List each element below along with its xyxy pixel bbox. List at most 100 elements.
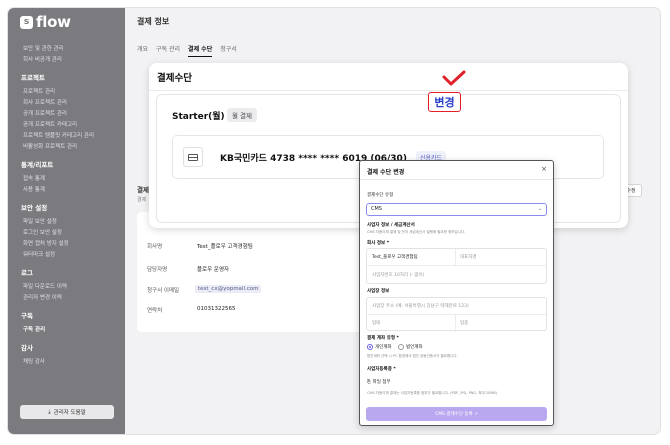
panel-title: 결제수단: [157, 73, 192, 84]
billing-section-subtitle: 결제: [137, 197, 147, 203]
paperclip-icon: ⎘: [367, 380, 371, 385]
attach-help: CMS 자동이체 결제는 사업자등록증 첨부가 필요합니다. (PDF, JPG…: [367, 391, 498, 395]
divider: [360, 179, 553, 180]
method-label: 결제수단 유형: [367, 193, 394, 198]
biz-help: CMS 자동이체 결제 및 전자 세금계산서 발행에 필요한 정보입니다.: [367, 230, 466, 234]
tab-bar: 개요 구독 관리 결제 수단 청구서: [137, 44, 237, 57]
business-item-field[interactable]: 업종: [460, 320, 468, 326]
sidebar-item[interactable]: 채팅 감사: [21, 357, 121, 368]
sidebar-item[interactable]: 회사 비공개 관리: [21, 55, 121, 66]
sidebar: s flow 보안 및 관한 관리 회사 비공개 관리 프로젝트 프로젝트 관리 회사 …: [8, 8, 125, 434]
phone-value: 01031322565: [197, 306, 236, 312]
manager-value: 플로우 운영자: [197, 267, 230, 273]
sidebar-item[interactable]: 공개 프로젝트 카테고리: [21, 120, 121, 131]
cms-register-button[interactable]: CMS 결제수단 등록 ↗: [366, 407, 547, 421]
payment-method-select[interactable]: CMS ⌄: [366, 203, 547, 216]
plan-name: Starter(월): [172, 112, 225, 122]
sidebar-item[interactable]: 워터마크 설정: [21, 250, 121, 261]
radio-unselected-icon: [398, 344, 404, 350]
sidebar-item[interactable]: 관리자 변경 이력: [21, 293, 121, 304]
address-box: 사업장 주소 (예: 서울특별시 강남구 테헤란로 123) 업태 업종: [366, 297, 547, 332]
file-attach-button[interactable]: ⎘ 파일 첨부: [367, 376, 405, 388]
invoice-email-label: 청구서 이메일: [147, 288, 180, 294]
plan-badge: 월 결제: [227, 108, 258, 122]
account-type-radio-group: 개인계좌 법인계좌: [367, 344, 547, 352]
payment-method-value: CMS: [371, 206, 382, 212]
divider: [367, 265, 546, 266]
phone-label: 연락처: [147, 308, 163, 314]
nav-group-title: 구독: [21, 312, 33, 320]
chevron-down-icon: ⌄: [537, 206, 542, 212]
change-button[interactable]: 변경: [428, 92, 461, 112]
nav-group: 감사채팅 감사: [21, 342, 121, 368]
nav-group: 구독구독 관리: [21, 310, 121, 336]
manager-label: 담당자명: [147, 267, 168, 273]
app-window: s flow 보안 및 관한 관리 회사 비공개 관리 프로젝트 프로젝트 관리 회사 …: [8, 8, 660, 434]
modal-title: 결제 수단 변경: [367, 169, 405, 176]
sidebar-item[interactable]: 파일 다운로드 이력: [21, 282, 121, 293]
tab-subscription[interactable]: 구독 관리: [156, 44, 180, 57]
sidebar-item[interactable]: 프로젝트 관리: [21, 87, 121, 98]
sidebar-item[interactable]: 사용 통계: [21, 185, 121, 196]
sidebar-item[interactable]: 프로젝트 템플릿 카테고리 관리: [21, 131, 121, 142]
biz-section-title: 사업자 정보 / 세금계산서: [367, 223, 415, 228]
radio-corporate[interactable]: 법인계좌: [398, 344, 423, 350]
attach-label: 파일 첨부: [372, 380, 391, 385]
nav-group: 보안 및 관한 관리 회사 비공개 관리: [21, 44, 121, 66]
change-payment-modal: 결제 수단 변경 × 결제수단 유형 CMS ⌄ 사업자 정보 / 세금계산서 …: [359, 160, 554, 426]
download-icon: ⤓: [48, 408, 51, 415]
nav-group: 보안 설정파일 보안 설정 로그인 보안 설정 화면 캡처 방지 설정 워터마크 설정: [21, 202, 121, 261]
ceo-name-field[interactable]: 대표자명: [460, 254, 477, 260]
address-field[interactable]: 사업장 주소 (예: 서울특별시 강남구 테헤란로 123): [372, 303, 469, 309]
nav-group: 로그파일 다운로드 이력 관리자 변경 이력: [21, 267, 121, 304]
billing-info-card: 회사명 Test_플로우 고객경험팀 담당자명 플로우 운영자 청구서 이메일 …: [137, 212, 367, 332]
sidebar-item[interactable]: 보안 및 관한 관리: [21, 44, 121, 55]
radio-personal[interactable]: 개인계좌: [367, 344, 392, 350]
radio-corporate-label: 법인계좌: [406, 345, 423, 350]
sidebar-nav: 보안 및 관한 관리 회사 비공개 관리프로젝트프로젝트 관리 회사 프로젝트 관리…: [21, 44, 121, 372]
divider: [149, 90, 628, 91]
business-type-field[interactable]: 업태: [372, 320, 380, 326]
sidebar-item[interactable]: 로그인 보안 설정: [21, 228, 121, 239]
credit-card-icon: [183, 147, 203, 167]
logo[interactable]: s flow: [20, 13, 71, 31]
nav-group-title: 로그: [21, 269, 33, 277]
account-help: 법인계좌 선택 시 PC 환경에서 법인 공동인증서가 필요합니다.: [367, 354, 458, 358]
sidebar-item[interactable]: 화면 캡처 방지 설정: [21, 239, 121, 250]
close-icon[interactable]: ×: [541, 165, 547, 173]
company-info-label: 회사 정보 *: [367, 241, 390, 246]
sidebar-item[interactable]: 회사 프로젝트 관리: [21, 98, 121, 109]
sidebar-item[interactable]: 구독 관리: [21, 325, 121, 336]
tab-invoices[interactable]: 청구서: [220, 44, 237, 57]
nav-group: 프로젝트프로젝트 관리 회사 프로젝트 관리 공개 프로젝트 관리 공개 프로젝트 카…: [21, 72, 121, 153]
radio-personal-label: 개인계좌: [375, 345, 392, 350]
sidebar-item[interactable]: 공개 프로젝트 관리: [21, 109, 121, 120]
nav-group-title: 보안 설정: [21, 204, 48, 212]
admin-help-button[interactable]: ⤓ 관리자 도움말: [20, 405, 114, 419]
admin-help-label: 관리자 도움말: [53, 410, 86, 416]
divider: [455, 314, 456, 332]
cert-label: 사업자등록증 *: [367, 367, 396, 372]
nav-group-title: 프로젝트: [21, 74, 45, 82]
company-label: 회사명: [147, 244, 163, 250]
company-name-field[interactable]: Test_플로우 고객경험팀: [372, 254, 418, 260]
sidebar-item[interactable]: 접속 통계: [21, 174, 121, 185]
flow-logo-icon: s: [20, 15, 33, 29]
page-title: 결제 정보: [137, 17, 170, 26]
company-value: Test_플로우 고객경험팀: [197, 244, 253, 250]
sidebar-item[interactable]: 파일 보안 설정: [21, 217, 121, 228]
sidebar-item[interactable]: 비활성화 프로젝트 관리: [21, 142, 121, 153]
radio-selected-icon: [367, 344, 373, 350]
billing-section-title: 결제: [137, 186, 149, 194]
business-number-field[interactable]: 사업자번호 10자리 (- 없이): [372, 272, 424, 278]
invoice-email-value: test_cx@yopmail.com: [195, 285, 262, 293]
tab-overview[interactable]: 개요: [137, 44, 148, 57]
checkmark-annotation-icon: [442, 70, 466, 86]
logo-text: flow: [36, 13, 71, 31]
nav-group-title: 감사: [21, 344, 33, 352]
nav-group-title: 통계/리포트: [21, 161, 54, 169]
divider: [455, 249, 456, 265]
tab-payment-method[interactable]: 결제 수단: [188, 44, 213, 57]
address-label: 사업장 정보: [367, 289, 390, 294]
divider: [367, 314, 546, 315]
